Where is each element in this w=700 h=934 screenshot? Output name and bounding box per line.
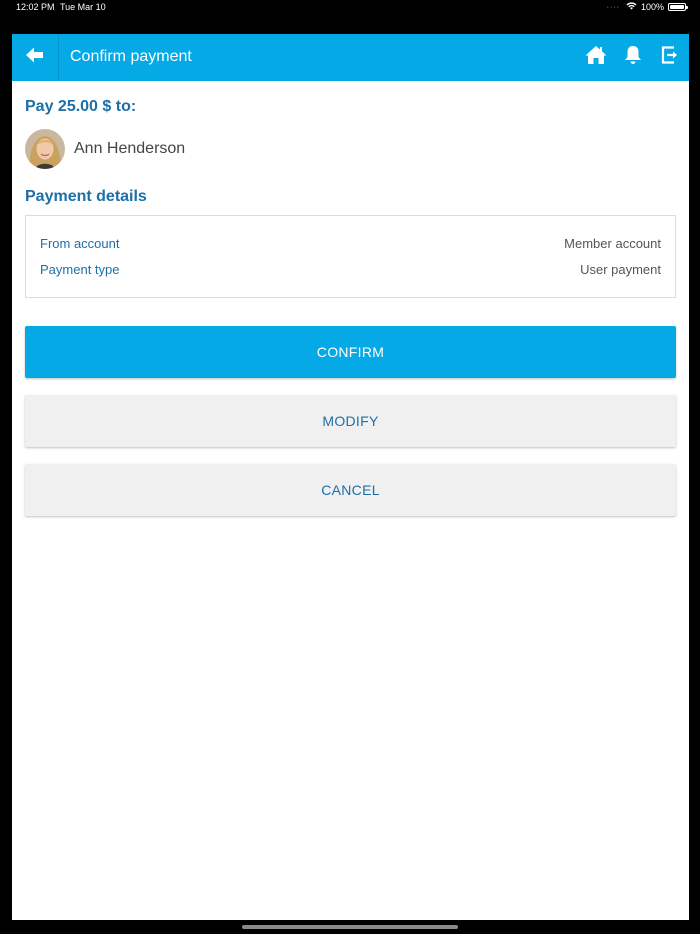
- home-indicator[interactable]: [242, 925, 458, 929]
- pay-heading: Pay 25.00 $ to:: [25, 98, 137, 115]
- cancel-button[interactable]: CANCEL: [25, 464, 676, 516]
- detail-row-payment-type: Payment type User payment: [40, 262, 661, 280]
- payment-details-box: From account Member account Payment type…: [25, 215, 676, 298]
- app-screen: Confirm payment Pay 25.00 $ to: Ann Hend…: [12, 34, 689, 920]
- battery-icon: [668, 3, 688, 11]
- battery-percent: 100%: [640, 2, 664, 12]
- detail-label: From account: [40, 236, 120, 251]
- page-title: Confirm payment: [70, 48, 192, 65]
- payee-name: Ann Henderson: [74, 140, 186, 157]
- signal-dots-icon: ····: [606, 3, 620, 11]
- logout-icon: [661, 45, 679, 69]
- status-time: 12:02 PM: [16, 2, 55, 12]
- wifi-icon: [626, 2, 637, 12]
- detail-row-from-account: From account Member account: [40, 236, 661, 254]
- notifications-button[interactable]: [621, 45, 645, 69]
- modify-button[interactable]: MODIFY: [25, 395, 676, 447]
- home-button[interactable]: [584, 45, 608, 69]
- detail-value: User payment: [580, 262, 661, 277]
- avatar: [25, 129, 65, 169]
- detail-value: Member account: [564, 236, 661, 251]
- detail-label: Payment type: [40, 262, 120, 277]
- payee: Ann Henderson: [25, 129, 185, 169]
- confirm-button[interactable]: CONFIRM: [25, 326, 676, 378]
- back-button[interactable]: [12, 34, 58, 81]
- status-date: Tue Mar 10: [60, 2, 106, 12]
- arrow-left-icon: [26, 47, 44, 68]
- app-bar-divider: [58, 34, 59, 81]
- status-right: ···· 100%: [606, 2, 688, 12]
- bell-icon: [624, 45, 642, 70]
- payment-details-heading: Payment details: [25, 188, 147, 205]
- home-icon: [585, 45, 607, 70]
- logout-button[interactable]: [658, 45, 682, 69]
- status-bar: 12:02 PM Tue Mar 10 ···· 100%: [0, 0, 700, 34]
- app-bar: Confirm payment: [12, 34, 689, 81]
